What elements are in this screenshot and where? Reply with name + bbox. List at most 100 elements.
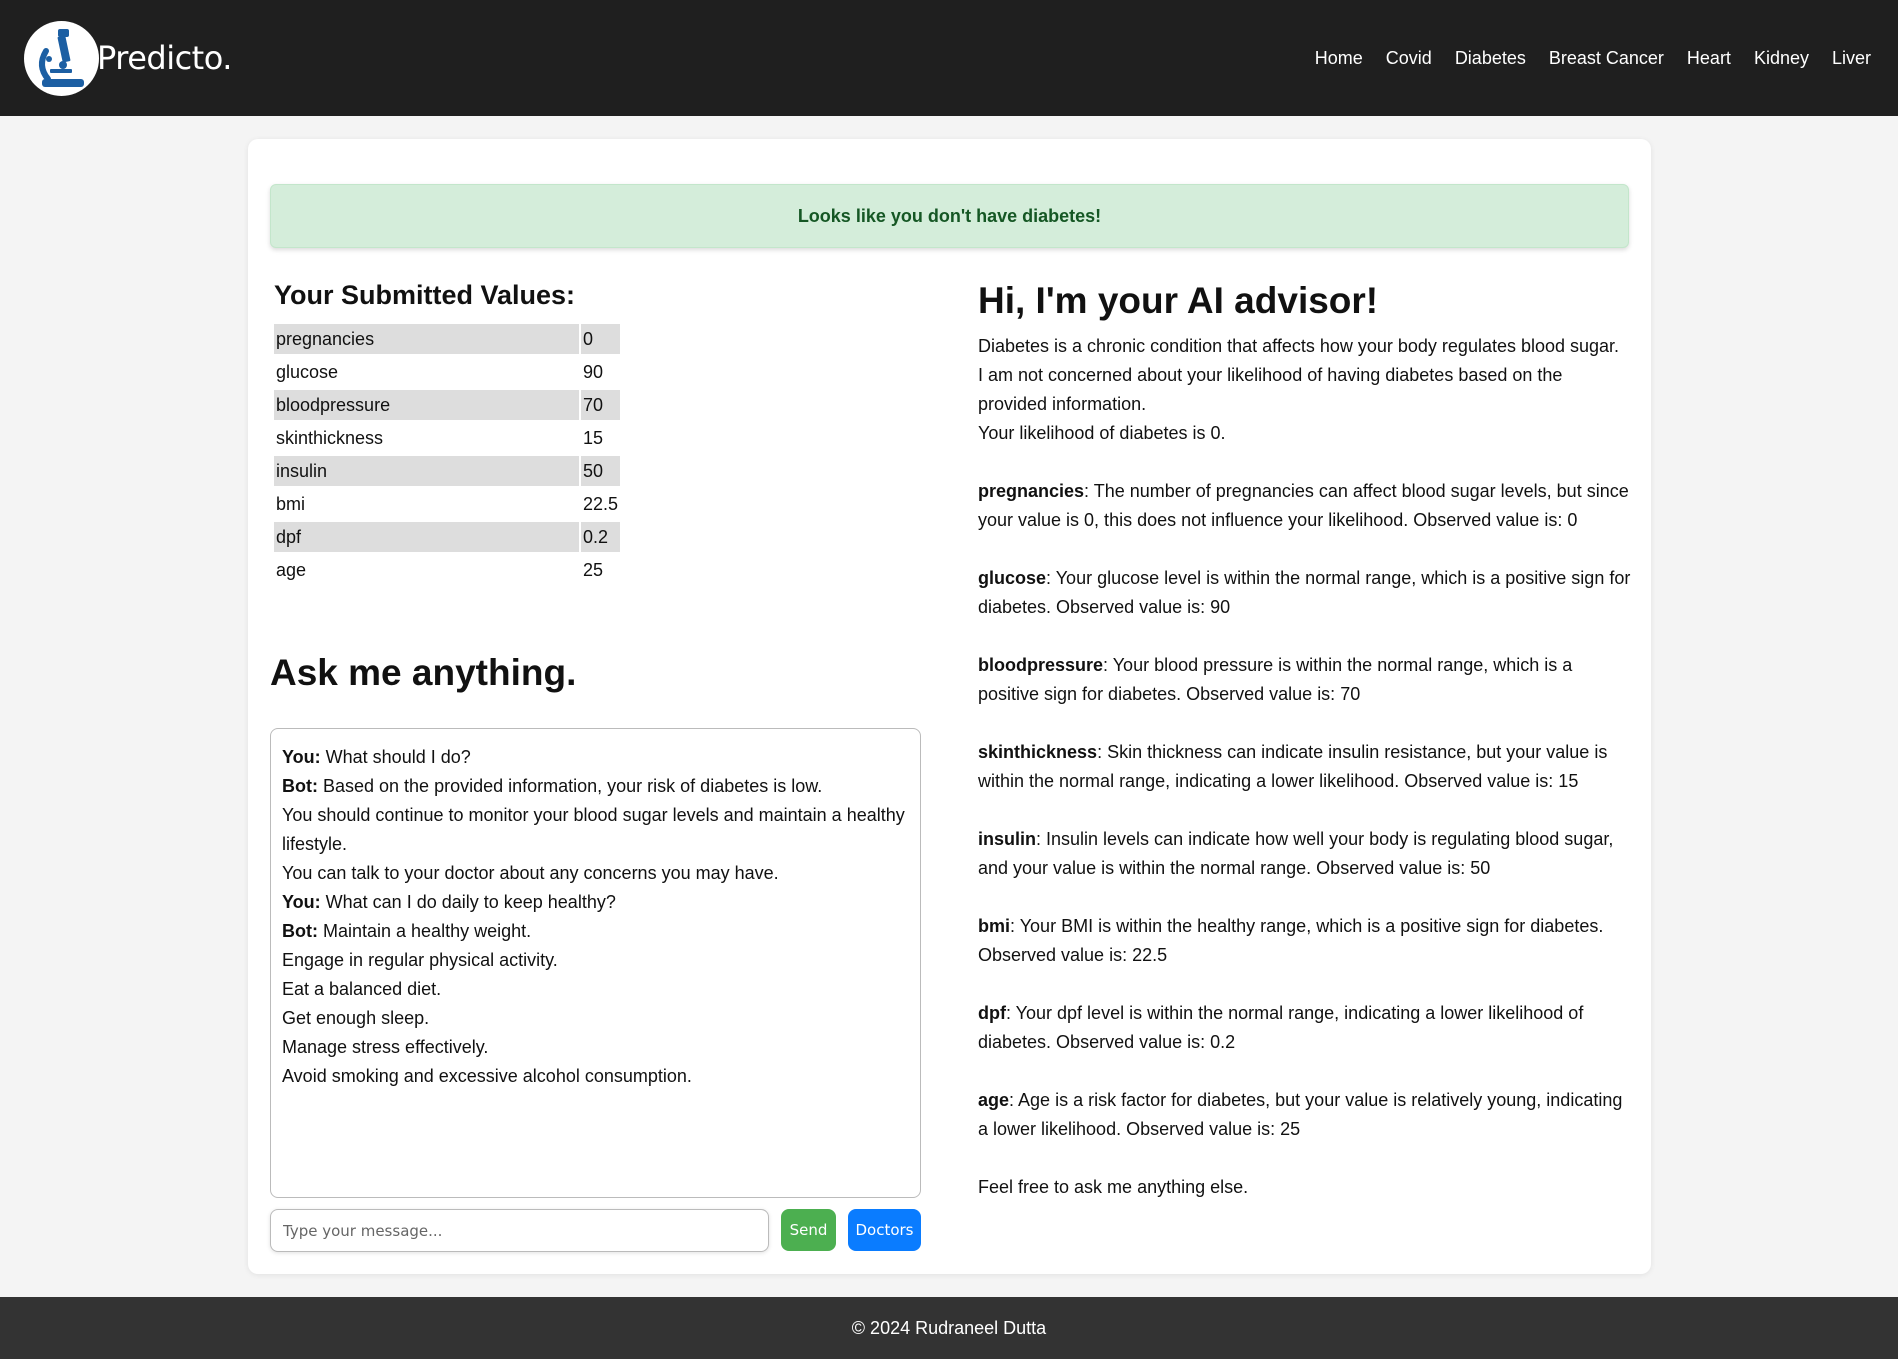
advisor-title: Hi, I'm your AI advisor! <box>978 280 1379 321</box>
chat-message: Manage stress effectively. <box>282 1033 909 1062</box>
nav-item-covid[interactable]: Covid <box>1386 48 1432 69</box>
submitted-values-title: Your Submitted Values: <box>274 280 576 310</box>
brand[interactable]: Predicto. <box>24 20 232 96</box>
table-row: pregnancies 0 <box>274 324 621 354</box>
feature-explanation: dpf: Your dpf level is within the normal… <box>978 999 1633 1057</box>
feature-explanation: insulin: Insulin levels can indicate how… <box>978 825 1633 883</box>
nav-links: Home Covid Diabetes Breast Cancer Heart … <box>1292 48 1871 69</box>
chat-message: You: What should I do? <box>282 743 909 772</box>
chat-message: Avoid smoking and excessive alcohol cons… <box>282 1062 909 1091</box>
table-row: bloodpressure 70 <box>274 390 621 420</box>
chat-text: You should continue to monitor your bloo… <box>282 805 905 854</box>
feature-text: : Your glucose level is within the norma… <box>978 568 1631 617</box>
feature-explanation: pregnancies: The number of pregnancies c… <box>978 477 1633 535</box>
table-row: dpf 0.2 <box>274 522 621 552</box>
chat-message: Engage in regular physical activity. <box>282 946 909 975</box>
advisor-intro-line: I am not concerned about your likelihood… <box>978 365 1563 414</box>
chat-message: Get enough sleep. <box>282 1004 909 1033</box>
nav-item-diabetes[interactable]: Diabetes <box>1455 48 1526 69</box>
chat-speaker: Bot: <box>282 776 318 796</box>
feature-name: bmi <box>978 916 1011 936</box>
table-row: glucose 90 <box>274 357 620 387</box>
value-cell: 22.5 <box>583 493 619 514</box>
advisor-intro-line: Diabetes is a chronic condition that aff… <box>978 336 1620 356</box>
microscope-icon[interactable] <box>24 20 99 96</box>
chat-text: Engage in regular physical activity. <box>282 950 558 970</box>
send-button[interactable]: Send <box>781 1209 836 1251</box>
chat-text: Eat a balanced diet. <box>282 979 442 999</box>
chat-message: Bot: Maintain a healthy weight. <box>282 917 909 946</box>
table-row: skinthickness 15 <box>274 423 620 453</box>
chat-text: Avoid smoking and excessive alcohol cons… <box>282 1066 692 1086</box>
ai-advisor-panel: Hi, I'm your AI advisor! Diabetes is a c… <box>978 278 1633 1202</box>
message-input[interactable] <box>270 1209 769 1252</box>
chat-text: You can talk to your doctor about any co… <box>282 863 779 883</box>
copyright-text: © 2024 Rudraneel Dutta <box>851 1317 1047 1338</box>
chat-text: Maintain a healthy weight. <box>317 921 532 941</box>
feature-explanation: skinthickness: Skin thickness can indica… <box>978 738 1633 796</box>
chat-message: Bot: Based on the provided information, … <box>282 772 909 801</box>
feature-text: : Your BMI is within the healthy range, … <box>978 916 1604 965</box>
value-cell: 50 <box>581 456 621 486</box>
value-key: age <box>276 559 307 580</box>
nav-item-kidney[interactable]: Kidney <box>1754 48 1809 69</box>
feature-text: : Your dpf level is within the normal ra… <box>978 1003 1584 1052</box>
chat-message: Eat a balanced diet. <box>282 975 909 1004</box>
doctors-button[interactable]: Doctors <box>848 1209 921 1251</box>
nav-item-liver[interactable]: Liver <box>1832 48 1871 69</box>
value-key: dpf <box>274 522 579 552</box>
table-row: age 25 <box>274 555 620 585</box>
value-key: pregnancies <box>274 324 579 354</box>
value-cell: 90 <box>583 361 604 382</box>
feature-name: bloodpressure <box>978 655 1104 675</box>
chat-text: What should I do? <box>320 747 471 767</box>
chat-speaker: You: <box>282 747 321 767</box>
value-key: bloodpressure <box>274 390 579 420</box>
brand-name[interactable]: Predicto. <box>97 39 232 77</box>
nav-item-heart[interactable]: Heart <box>1687 48 1731 69</box>
feature-name: age <box>978 1090 1010 1110</box>
table-row: bmi 22.5 <box>274 489 620 519</box>
table-row: insulin 50 <box>274 456 621 486</box>
feature-name: glucose <box>978 568 1047 588</box>
advisor-intro-line: Your likelihood of diabetes is 0. <box>978 423 1226 443</box>
chat-message: You can talk to your doctor about any co… <box>282 859 909 888</box>
submitted-values-table: pregnancies 0 glucose 90 bloodpressure 7… <box>272 321 622 588</box>
chat-message: You should continue to monitor your bloo… <box>282 801 909 859</box>
ask-title: Ask me anything. <box>270 652 577 693</box>
nav-item-home[interactable]: Home <box>1315 48 1363 69</box>
feature-explanation: age: Age is a risk factor for diabetes, … <box>978 1086 1633 1144</box>
chat-speaker: You: <box>282 892 321 912</box>
value-cell: 0 <box>581 324 621 354</box>
result-alert: Looks like you don't have diabetes! <box>270 184 1629 248</box>
value-cell: 15 <box>583 427 604 448</box>
footer: © 2024 Rudraneel Dutta <box>0 1297 1898 1359</box>
feature-name: dpf <box>978 1003 1006 1023</box>
value-key: insulin <box>274 456 579 486</box>
value-cell: 25 <box>583 559 604 580</box>
value-key: bmi <box>276 493 306 514</box>
chat-message: You: What can I do daily to keep healthy… <box>282 888 909 917</box>
chat-history[interactable]: You: What should I do? Bot: Based on the… <box>270 728 921 1198</box>
nav-item-breast-cancer[interactable]: Breast Cancer <box>1549 48 1664 69</box>
advisor-closing: Feel free to ask me anything else. <box>978 1177 1249 1197</box>
value-key: glucose <box>276 361 339 382</box>
chat-text: Manage stress effectively. <box>282 1037 489 1057</box>
value-cell: 70 <box>581 390 621 420</box>
navbar: Predicto. Home Covid Diabetes Breast Can… <box>0 0 1898 116</box>
feature-text: : Insulin levels can indicate how well y… <box>978 829 1614 878</box>
feature-name: pregnancies <box>978 481 1085 501</box>
chat-speaker: Bot: <box>282 921 318 941</box>
feature-name: insulin <box>978 829 1036 849</box>
chat-text: Based on the provided information, your … <box>317 776 823 796</box>
feature-explanation: bloodpressure: Your blood pressure is wi… <box>978 651 1633 709</box>
feature-explanation: bmi: Your BMI is within the healthy rang… <box>978 912 1633 970</box>
feature-text: : Age is a risk factor for diabetes, but… <box>978 1090 1623 1139</box>
feature-name: skinthickness <box>978 742 1098 762</box>
chat-text: What can I do daily to keep healthy? <box>320 892 616 912</box>
value-cell: 0.2 <box>581 522 621 552</box>
feature-explanation: glucose: Your glucose level is within th… <box>978 564 1633 622</box>
result-card: Looks like you don't have diabetes! Your… <box>248 139 1651 1274</box>
value-key: skinthickness <box>276 427 384 448</box>
chat-text: Get enough sleep. <box>282 1008 430 1028</box>
